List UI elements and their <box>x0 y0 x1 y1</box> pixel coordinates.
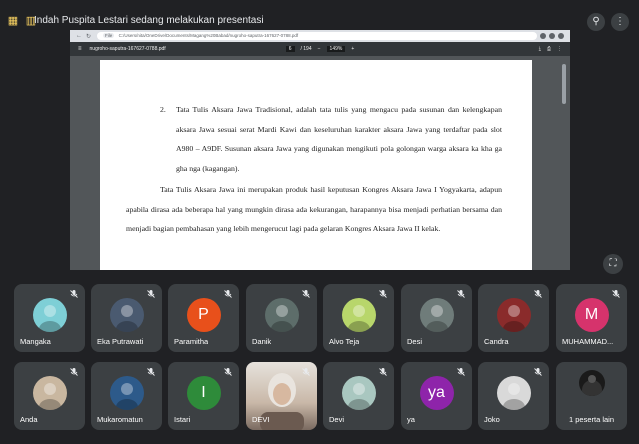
layout-icon[interactable]: ▦ <box>6 14 20 28</box>
pdf-file-name: nugroho-saputra-167627-0788.pdf <box>89 46 166 52</box>
participant-name: Alvo Teja <box>329 337 360 346</box>
participant-name: Istari <box>174 415 191 424</box>
url-text: C:/Users/nita/OneDrive/Documents/Magang%… <box>118 33 299 38</box>
pdf-toolbar: ≡ nugroho-saputra-167627-0788.pdf 6 / 19… <box>70 42 570 56</box>
participant-tile[interactable]: Desi <box>401 284 472 352</box>
menu-icon[interactable] <box>558 33 564 39</box>
list-item: 2. Tata Tulis Aksara Jawa Tradisional, a… <box>160 100 502 178</box>
mic-off-icon <box>145 367 157 379</box>
pdf-actions: ⤓ ⎙ ⋮ <box>539 46 562 52</box>
participant-name: DEVI <box>252 415 270 424</box>
mic-off-icon <box>300 367 312 379</box>
others-tile[interactable]: 1 peserta lain <box>556 362 627 430</box>
participant-photo <box>419 298 454 332</box>
presentation-controls: ⚲ ⋮ <box>587 13 629 31</box>
mic-off-icon <box>222 367 234 379</box>
fullscreen-icon[interactable]: ⛶ <box>603 254 623 274</box>
more-options-icon[interactable]: ⋮ <box>611 13 629 31</box>
item-number: 2. <box>160 105 166 114</box>
shared-screen: ← ↻ File C:/Users/nita/OneDrive/Document… <box>70 30 570 270</box>
mic-off-icon <box>377 289 389 301</box>
hamburger-icon[interactable]: ≡ <box>78 46 82 52</box>
mic-off-icon <box>68 367 80 379</box>
file-tag: File <box>103 33 115 38</box>
pin-icon[interactable]: ⚲ <box>587 13 605 31</box>
participant-name: Devi <box>329 415 345 424</box>
participant-tile[interactable]: Candra <box>478 284 549 352</box>
mic-off-icon <box>300 289 312 301</box>
body-paragraph: Tata Tulis Aksara Jawa ini merupakan pro… <box>126 185 502 233</box>
mic-off-icon <box>377 367 389 379</box>
mic-off-icon <box>68 289 80 301</box>
participant-name: Mangaka <box>20 337 51 346</box>
pdf-viewer[interactable]: 2. Tata Tulis Aksara Jawa Tradisional, a… <box>70 56 570 270</box>
participant-tile[interactable]: Joko <box>478 362 549 430</box>
participant-photo <box>109 298 144 332</box>
others-avatar <box>578 370 605 396</box>
participant-photo <box>32 298 67 332</box>
participant-tile[interactable]: Danik <box>246 284 317 352</box>
reload-icon[interactable]: ↻ <box>86 33 91 40</box>
participant-tile[interactable]: Alvo Teja <box>323 284 394 352</box>
participant-name: Danik <box>252 337 272 346</box>
participant-name: Anda <box>20 415 38 424</box>
browser-bar: ← ↻ File C:/Users/nita/OneDrive/Document… <box>70 30 570 42</box>
meet-window: ▦ ▥ Indah Puspita Lestari sedang melakuk… <box>0 0 639 444</box>
participant-avatar: I <box>186 376 221 410</box>
participant-name: Paramitha <box>174 337 209 346</box>
print-icon[interactable]: ⎙ <box>547 46 551 52</box>
mic-off-icon <box>532 289 544 301</box>
participant-tile[interactable]: Anda <box>14 362 85 430</box>
participant-tile[interactable]: Mangaka <box>14 284 85 352</box>
participant-name: Joko <box>484 415 500 424</box>
item-text: Tata Tulis Aksara Jawa Tradisional, adal… <box>176 105 502 173</box>
participant-name: ya <box>407 415 415 424</box>
participant-avatar: P <box>186 298 221 332</box>
mic-off-icon <box>145 289 157 301</box>
participant-tile[interactable]: ya ya <box>401 362 472 430</box>
download-icon[interactable]: ⤓ <box>539 46 541 52</box>
pdf-scrollbar[interactable] <box>562 64 566 104</box>
participant-photo <box>496 298 531 332</box>
back-icon[interactable]: ← <box>76 33 82 39</box>
participant-tile[interactable]: Devi <box>323 362 394 430</box>
participant-name: Desi <box>407 337 423 346</box>
participant-name: Candra <box>484 337 509 346</box>
participant-avatar: ya <box>419 376 454 410</box>
participant-photo <box>264 298 299 332</box>
participant-tile[interactable]: Mukaromatun <box>91 362 162 430</box>
presenter-label: Indah Puspita Lestari sedang melakukan p… <box>34 15 264 26</box>
participant-name: Mukaromatun <box>97 415 143 424</box>
participant-photo <box>496 376 531 410</box>
participant-name: Eka Putrawati <box>97 337 144 346</box>
participant-tile[interactable]: Eka Putrawati <box>91 284 162 352</box>
mic-off-icon <box>532 367 544 379</box>
participant-photo <box>109 376 144 410</box>
participant-photo <box>341 298 376 332</box>
profile-icon[interactable] <box>549 33 555 39</box>
mic-off-icon <box>455 367 467 379</box>
mic-off-icon <box>455 289 467 301</box>
more-icon[interactable]: ⋮ <box>557 46 562 52</box>
participant-avatar: M <box>574 298 609 332</box>
participant-tile[interactable]: DEVI <box>246 362 317 430</box>
extension-icon[interactable] <box>540 33 546 39</box>
participant-name: MUHAMMAD... <box>562 337 614 346</box>
mic-off-icon <box>222 289 234 301</box>
participant-tile[interactable]: I Istari <box>168 362 239 430</box>
participant-tile[interactable]: P Paramitha <box>168 284 239 352</box>
participant-photo <box>32 376 67 410</box>
mic-off-icon <box>610 289 622 301</box>
address-bar[interactable]: File C:/Users/nita/OneDrive/Documents/Ma… <box>97 32 537 40</box>
participant-tile[interactable]: M MUHAMMAD... <box>556 284 627 352</box>
participant-photo <box>341 376 376 410</box>
others-label: 1 peserta lain <box>568 415 615 424</box>
pdf-page: 2. Tata Tulis Aksara Jawa Tradisional, a… <box>100 60 532 270</box>
